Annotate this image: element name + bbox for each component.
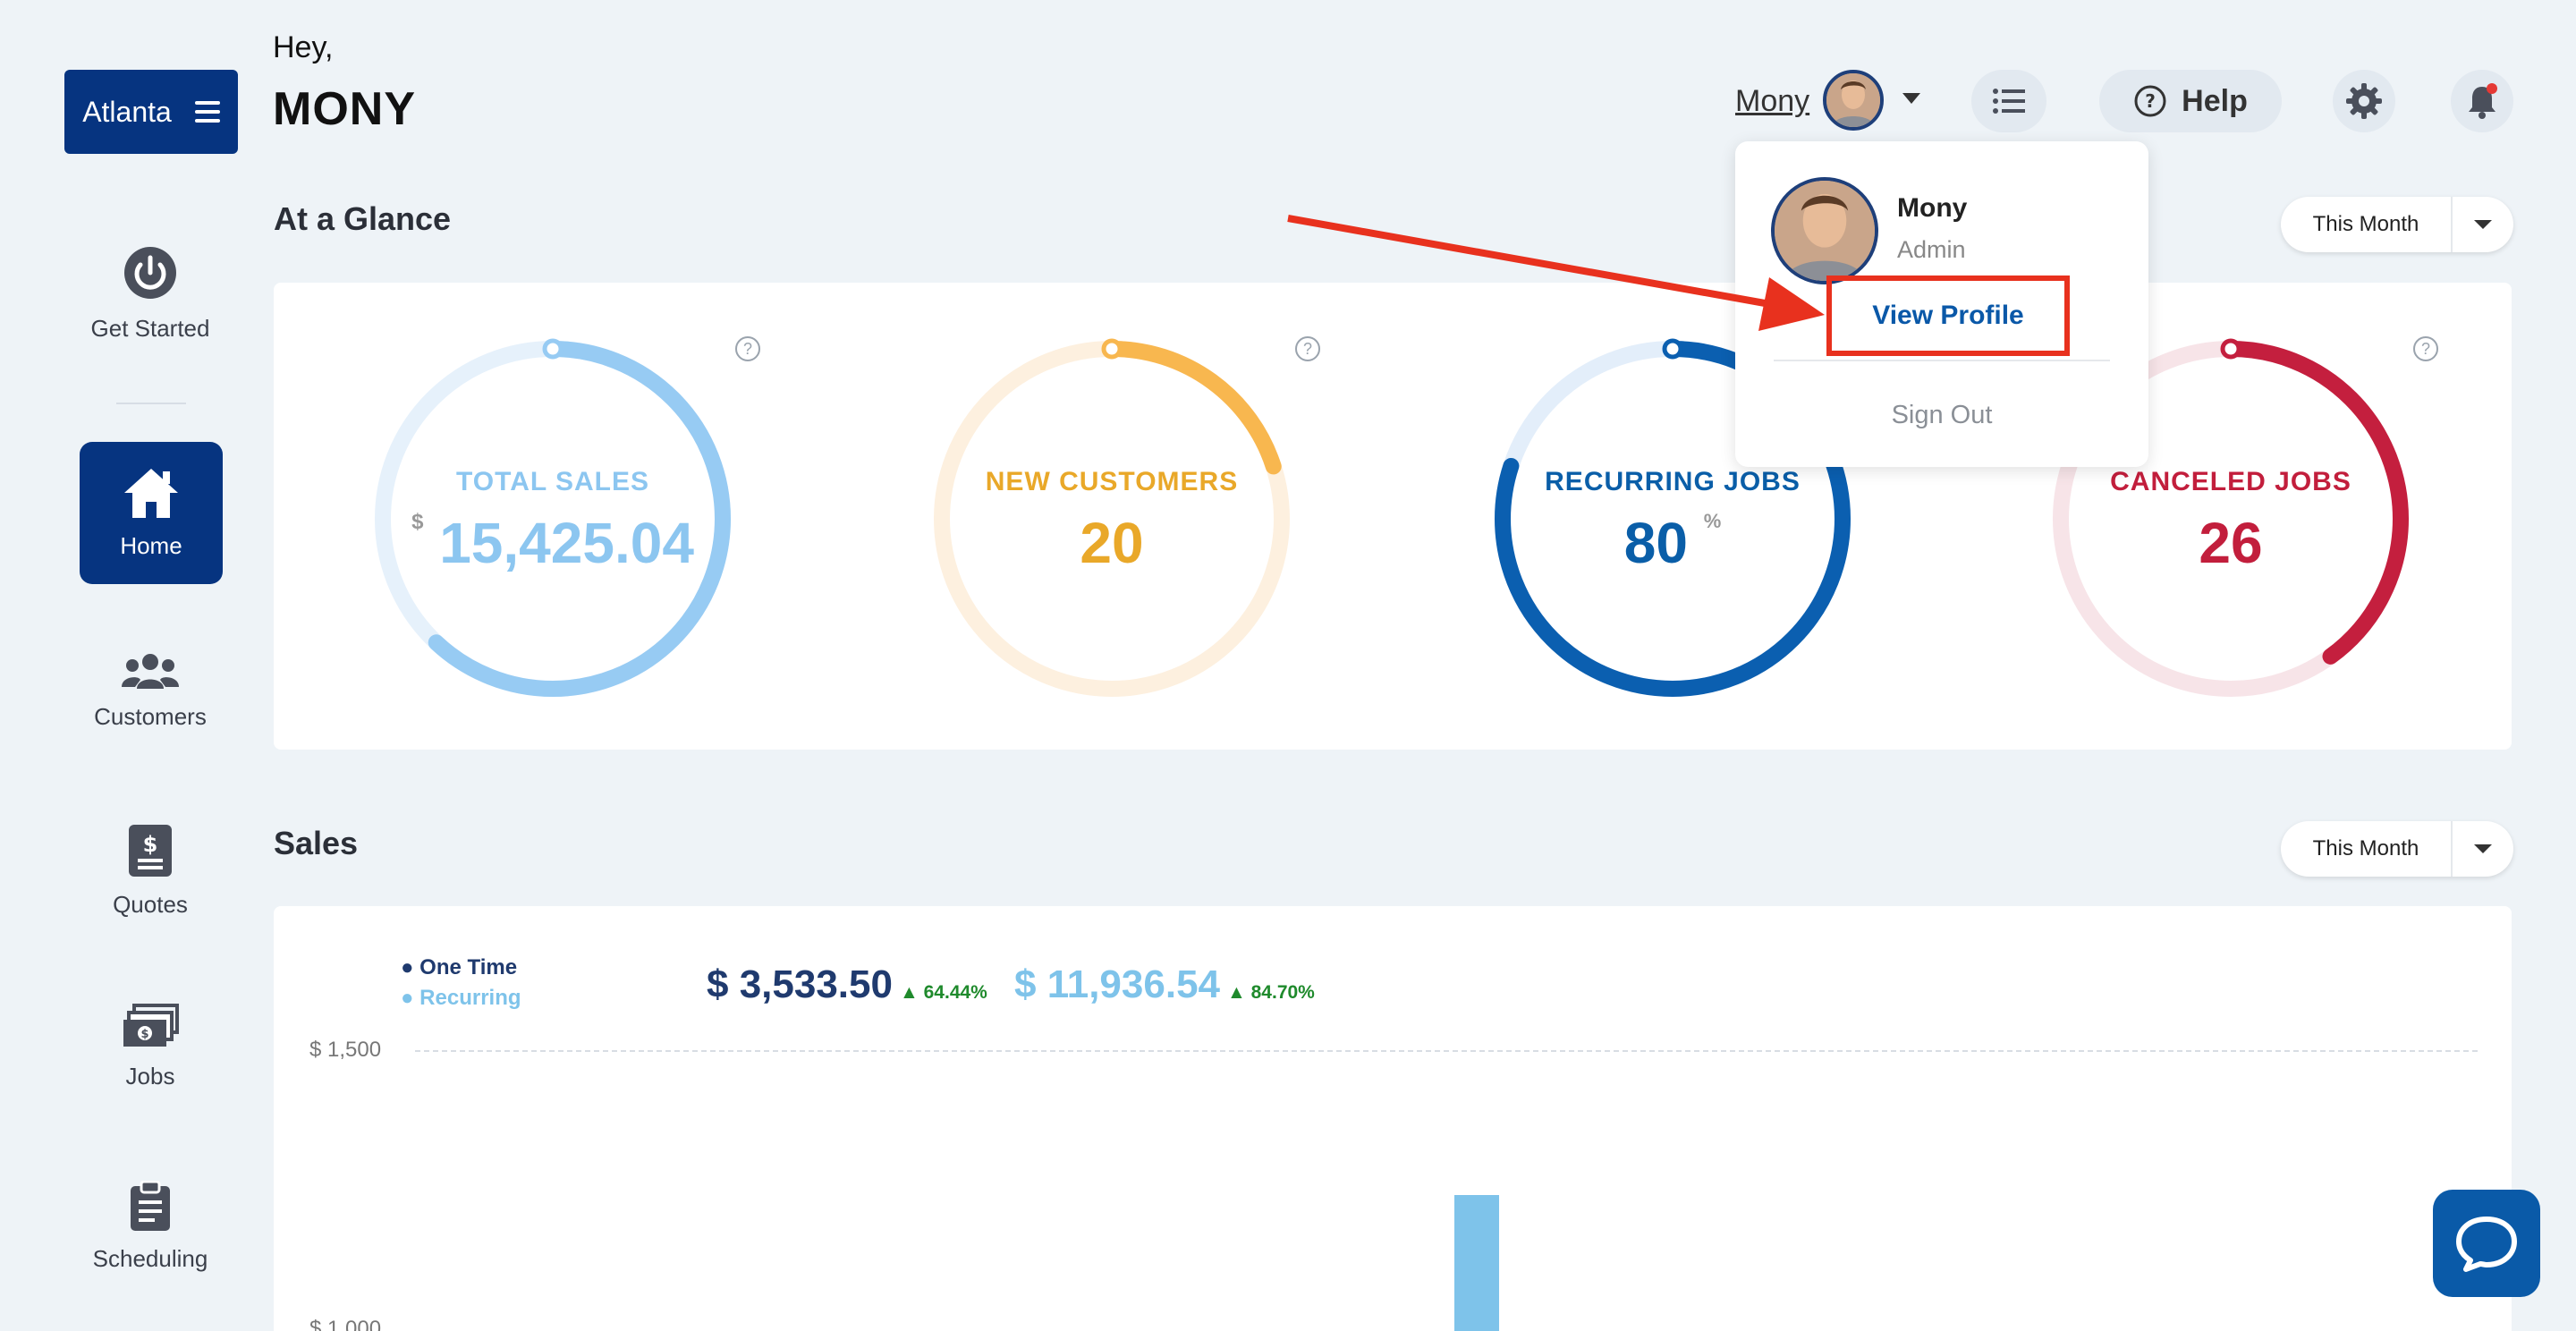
settings-button[interactable] bbox=[2333, 70, 2395, 132]
home-icon bbox=[124, 469, 178, 518]
gauge-label: NEW CUSTOMERS bbox=[985, 467, 1239, 496]
help-tooltip-icon[interactable]: ? bbox=[2413, 336, 2438, 361]
recurring-delta: ▲ 84.70% bbox=[1227, 982, 1315, 1003]
sales-period-value: This Month bbox=[2312, 836, 2419, 860]
y-axis-label: $ 1,000 bbox=[309, 1317, 382, 1331]
gauge-label: TOTAL SALES bbox=[455, 467, 650, 496]
glance-period-select[interactable]: This Month bbox=[2281, 197, 2513, 252]
gauge-value: 80 % bbox=[1485, 510, 1860, 576]
legend-recurring[interactable]: ● Recurring bbox=[401, 986, 521, 1011]
gauge-value: $ 15,425.04 bbox=[365, 510, 741, 576]
help-label: Help bbox=[2182, 83, 2248, 118]
menu-divider bbox=[1774, 360, 2110, 361]
legend-one-time[interactable]: ● One Time bbox=[401, 955, 517, 980]
list-icon bbox=[1993, 89, 2025, 114]
percent-suffix: % bbox=[1703, 510, 1722, 532]
gridline bbox=[415, 1050, 2478, 1052]
gauge-label: CANCELED JOBS bbox=[2110, 467, 2351, 496]
page-username: MONY bbox=[273, 83, 416, 135]
sidebar-item-label: Get Started bbox=[90, 315, 210, 342]
sidebar-item-get-started[interactable]: Get Started bbox=[0, 243, 301, 343]
recurring-delta-value: 84.70% bbox=[1250, 982, 1315, 1003]
annotation-arrow bbox=[1287, 215, 1825, 331]
help-tooltip-icon[interactable]: ? bbox=[1295, 336, 1320, 361]
notifications-button[interactable] bbox=[2451, 70, 2513, 132]
power-icon bbox=[124, 247, 176, 299]
recurring-total: $ 11,936.54 bbox=[1014, 962, 1221, 1006]
dollar-doc-icon: $ bbox=[129, 825, 172, 877]
profile-role: Admin bbox=[1897, 236, 1966, 263]
gauge-start-knob bbox=[2220, 338, 2241, 360]
sidebar-item-label: Customers bbox=[94, 703, 207, 730]
help-tooltip-icon[interactable]: ? bbox=[735, 336, 760, 361]
view-profile-link[interactable]: View Profile bbox=[1826, 276, 2070, 356]
sidebar-item-home[interactable]: Home bbox=[80, 442, 223, 584]
sign-out-link[interactable]: Sign Out bbox=[1735, 401, 2148, 430]
gauge-start-knob bbox=[1101, 338, 1123, 360]
legend-label: One Time bbox=[419, 955, 518, 979]
chart-bar-recurring[interactable] bbox=[1454, 1195, 1499, 1331]
sidebar-item-quotes[interactable]: $ Quotes bbox=[0, 823, 301, 919]
bell-icon bbox=[2469, 83, 2497, 119]
gauge-value: 26 bbox=[2043, 510, 2419, 576]
gauge-number: 26 bbox=[2199, 511, 2263, 575]
avatar[interactable] bbox=[1823, 70, 1884, 131]
sidebar-divider bbox=[116, 403, 186, 404]
gauge-value: 20 bbox=[924, 510, 1300, 576]
help-button[interactable]: ? Help bbox=[2099, 70, 2282, 132]
user-photo-icon bbox=[1826, 73, 1880, 127]
cash-stack-icon: $ bbox=[123, 1004, 179, 1047]
greeting: Hey, bbox=[273, 30, 334, 64]
sidebar-item-label: Quotes bbox=[113, 891, 188, 918]
section-title-at-a-glance: At a Glance bbox=[274, 200, 452, 237]
svg-text:$: $ bbox=[143, 832, 158, 857]
question-circle-icon: ? bbox=[2134, 85, 2166, 117]
gauge-label: RECURRING JOBS bbox=[1545, 467, 1801, 496]
hamburger-icon bbox=[194, 101, 220, 123]
gauge-start-knob bbox=[542, 338, 564, 360]
one-time-delta: ▲ 64.44% bbox=[900, 982, 987, 1003]
chat-button[interactable] bbox=[2433, 1190, 2540, 1297]
task-list-button[interactable] bbox=[1971, 70, 2046, 132]
sidebar-item-label: Home bbox=[120, 532, 182, 559]
clipboard-icon bbox=[131, 1181, 170, 1231]
sidebar-item-label: Scheduling bbox=[92, 1245, 208, 1272]
users-icon bbox=[122, 654, 179, 689]
one-time-delta-value: 64.44% bbox=[923, 982, 987, 1003]
sidebar-item-scheduling[interactable]: Scheduling bbox=[0, 1181, 301, 1273]
gauge-total-sales[interactable]: TOTAL SALES $ 15,425.04 bbox=[365, 331, 741, 707]
one-time-total: $ 3,533.50 bbox=[707, 962, 893, 1006]
gauge-number: 80 bbox=[1623, 511, 1688, 575]
currency-prefix: $ bbox=[411, 510, 424, 534]
sidebar-item-customers[interactable]: Customers bbox=[0, 651, 301, 731]
chat-bubble-icon bbox=[2456, 1217, 2517, 1272]
chevron-down-icon[interactable] bbox=[2451, 197, 2513, 252]
chevron-down-icon[interactable] bbox=[1902, 93, 1920, 104]
brand-menu-button[interactable]: Atlanta bbox=[64, 70, 238, 154]
gauge-new-customers[interactable]: NEW CUSTOMERS 20 bbox=[924, 331, 1300, 707]
legend-label: Recurring bbox=[419, 986, 521, 1010]
sidebar-item-label: Jobs bbox=[125, 1063, 175, 1089]
gear-icon bbox=[2346, 83, 2382, 119]
profile-name: Mony bbox=[1897, 193, 1968, 223]
y-axis-label: $ 1,500 bbox=[309, 1038, 382, 1062]
gauge-start-knob bbox=[1662, 338, 1683, 360]
gauge-number: 20 bbox=[1080, 511, 1144, 575]
sidebar-item-jobs[interactable]: $ Jobs bbox=[0, 1004, 301, 1090]
brand-label: Atlanta bbox=[82, 95, 172, 128]
svg-text:?: ? bbox=[2145, 90, 2156, 112]
user-menu-link[interactable]: Mony bbox=[1735, 84, 1809, 119]
gauge-number: 15,425.04 bbox=[439, 511, 694, 575]
chevron-down-icon[interactable] bbox=[2451, 821, 2513, 877]
glance-period-value: This Month bbox=[2312, 212, 2419, 236]
sales-chart-card bbox=[274, 906, 2512, 1331]
svg-text:$: $ bbox=[140, 1028, 148, 1041]
sales-period-select[interactable]: This Month bbox=[2281, 821, 2513, 877]
section-title-sales: Sales bbox=[274, 825, 359, 861]
